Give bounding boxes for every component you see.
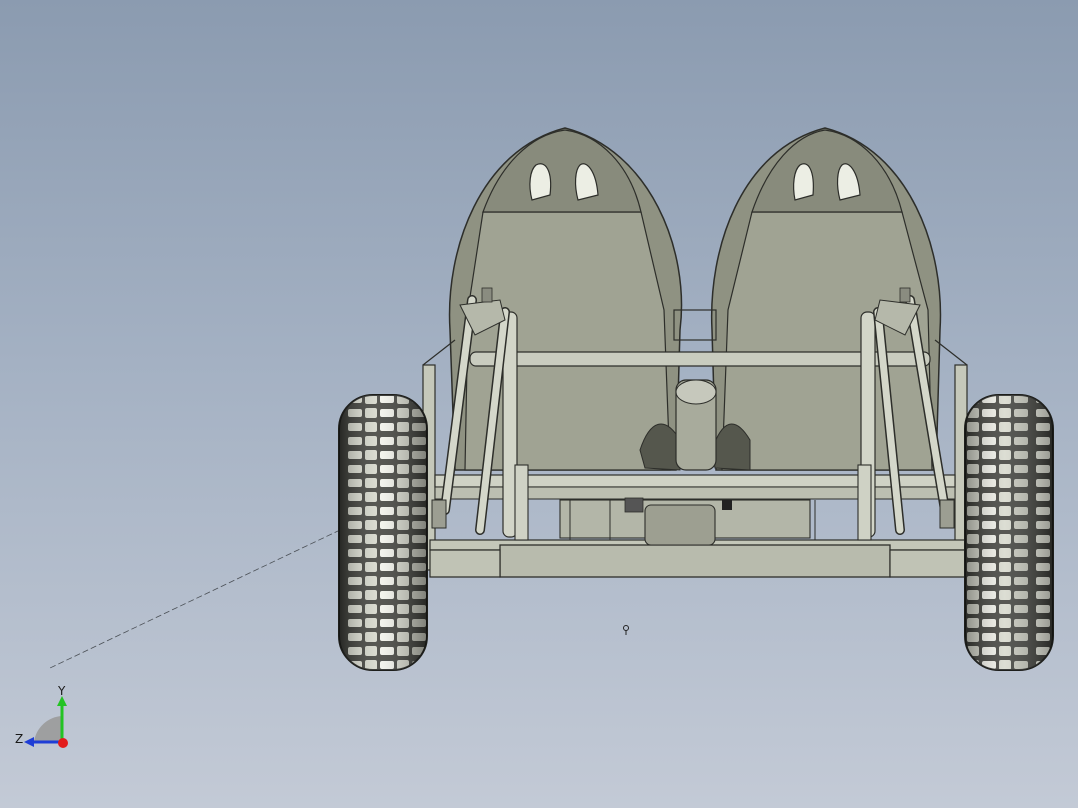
x-axis-icon [58, 738, 68, 748]
kart-3d-model[interactable] [0, 0, 1078, 808]
graphics-viewport[interactable]: Y Z [0, 0, 1078, 808]
coordinate-triad: Y Z [15, 684, 68, 748]
right-rear-wheel [964, 394, 1054, 671]
left-rear-wheel [338, 394, 428, 671]
origin-point-marker [623, 625, 629, 635]
sketch-line [49, 529, 341, 669]
triad-arc [34, 716, 62, 742]
z-axis-label: Z [15, 732, 23, 746]
y-axis-label: Y [57, 684, 66, 698]
